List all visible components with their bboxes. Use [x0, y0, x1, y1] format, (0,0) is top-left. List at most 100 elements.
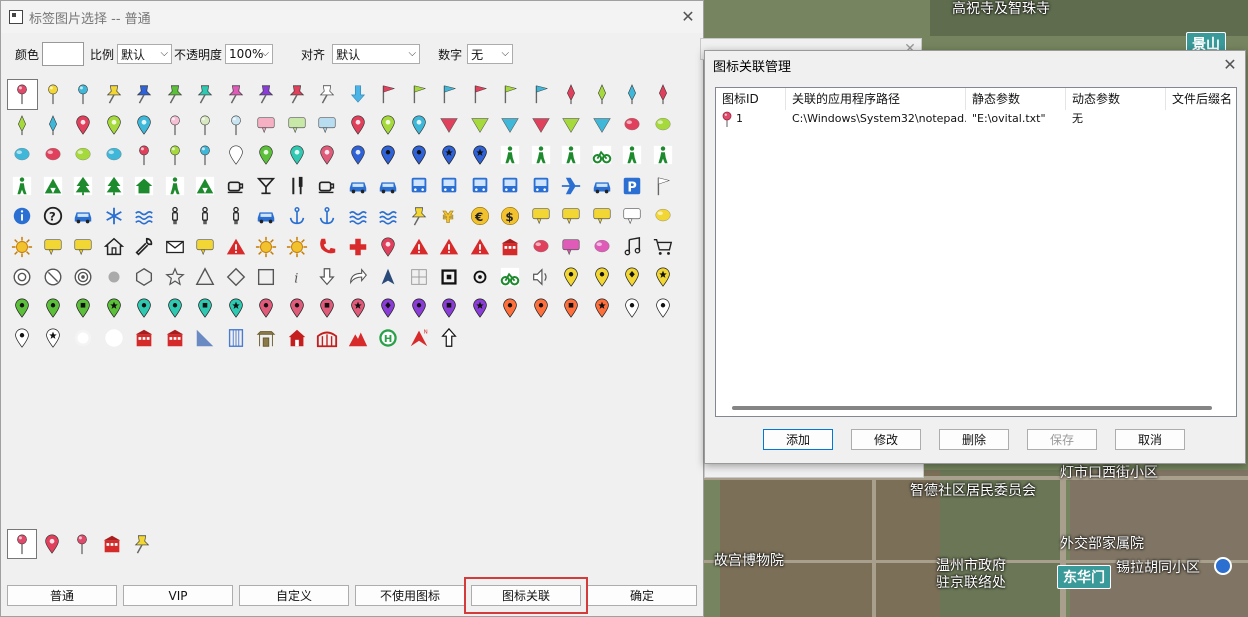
- symbol-icon[interactable]: [251, 201, 282, 232]
- symbol-icon[interactable]: [7, 140, 38, 171]
- link-list[interactable]: 图标ID 关联的应用程序路径 静态参数 动态参数 文件后缀名 1 C:\Wind…: [715, 87, 1237, 417]
- symbol-icon[interactable]: [251, 140, 282, 171]
- symbol-icon[interactable]: [526, 110, 557, 141]
- symbol-icon[interactable]: [495, 262, 526, 293]
- symbol-icon[interactable]: [282, 79, 313, 110]
- symbol-icon[interactable]: [190, 232, 221, 263]
- symbol-icon[interactable]: [282, 110, 313, 141]
- symbol-icon[interactable]: [343, 232, 374, 263]
- symbol-icon[interactable]: [68, 201, 99, 232]
- symbol-icon[interactable]: [343, 201, 374, 232]
- symbol-icon[interactable]: [251, 79, 282, 110]
- symbol-icon[interactable]: [404, 262, 435, 293]
- symbol-icon[interactable]: [648, 293, 679, 324]
- symbol-icon[interactable]: [282, 140, 313, 171]
- symbol-icon[interactable]: [251, 232, 282, 263]
- symbol-icon[interactable]: [282, 232, 313, 263]
- symbol-icon[interactable]: [648, 140, 679, 171]
- column-header-static[interactable]: 静态参数: [966, 88, 1066, 110]
- symbol-icon[interactable]: [129, 79, 160, 110]
- symbol-icon[interactable]: [312, 79, 343, 110]
- symbol-icon[interactable]: [160, 293, 191, 324]
- scale-select[interactable]: 默认 ⌵: [117, 44, 173, 64]
- delete-button[interactable]: 删除: [939, 429, 1009, 450]
- symbol-icon[interactable]: [221, 232, 252, 263]
- symbol-icon[interactable]: [373, 140, 404, 171]
- symbol-icon[interactable]: [617, 110, 648, 141]
- map-poi-icon[interactable]: [1214, 557, 1232, 575]
- symbol-icon[interactable]: [38, 293, 69, 324]
- ok-button[interactable]: 确定: [587, 585, 697, 606]
- symbol-icon[interactable]: [7, 232, 38, 263]
- symbol-icon[interactable]: [343, 262, 374, 293]
- symbol-icon[interactable]: [129, 201, 160, 232]
- symbol-icon[interactable]: [556, 110, 587, 141]
- symbol-icon[interactable]: [251, 110, 282, 141]
- symbol-icon[interactable]: [221, 110, 252, 141]
- symbol-icon[interactable]: [556, 140, 587, 171]
- symbol-icon[interactable]: [7, 79, 38, 110]
- map-poi-badge[interactable]: 东华门: [1057, 565, 1111, 589]
- symbol-icon[interactable]: [648, 262, 679, 293]
- symbol-icon[interactable]: [38, 110, 69, 141]
- symbol-icon[interactable]: [160, 262, 191, 293]
- symbol-icon[interactable]: [617, 140, 648, 171]
- symbol-icon[interactable]: [312, 171, 343, 202]
- symbol-icon[interactable]: [68, 323, 99, 354]
- symbol-icon[interactable]: [617, 79, 648, 110]
- symbol-icon[interactable]: [38, 262, 69, 293]
- align-select[interactable]: 默认 ⌵: [332, 44, 421, 64]
- symbol-icon[interactable]: [648, 232, 679, 263]
- symbol-icon[interactable]: [282, 171, 313, 202]
- symbol-icon[interactable]: [373, 171, 404, 202]
- symbol-icon[interactable]: [38, 79, 69, 110]
- symbol-icon[interactable]: [556, 262, 587, 293]
- symbol-icon[interactable]: [251, 262, 282, 293]
- symbol-icon[interactable]: [587, 262, 618, 293]
- symbol-icon[interactable]: ¥: [434, 201, 465, 232]
- symbol-icon[interactable]: [99, 232, 130, 263]
- symbol-icon[interactable]: [556, 201, 587, 232]
- symbol-icon[interactable]: [129, 110, 160, 141]
- symbol-icon[interactable]: [68, 79, 99, 110]
- symbol-icon[interactable]: [221, 323, 252, 354]
- symbol-icon[interactable]: [68, 171, 99, 202]
- close-icon[interactable]: ✕: [1219, 55, 1241, 75]
- symbol-icon[interactable]: [343, 110, 374, 141]
- symbol-icon[interactable]: [465, 293, 496, 324]
- symbol-icon[interactable]: [160, 201, 191, 232]
- symbol-icon[interactable]: [648, 79, 679, 110]
- symbol-icon[interactable]: [7, 323, 38, 354]
- recent-symbol-icon[interactable]: [37, 529, 67, 559]
- symbol-icon[interactable]: [221, 201, 252, 232]
- symbol-icon[interactable]: [587, 79, 618, 110]
- symbol-icon[interactable]: [373, 262, 404, 293]
- symbol-icon[interactable]: [129, 140, 160, 171]
- symbol-icon[interactable]: [99, 262, 130, 293]
- symbol-icon[interactable]: [99, 140, 130, 171]
- symbol-icon[interactable]: [160, 140, 191, 171]
- symbol-icon[interactable]: [221, 79, 252, 110]
- symbol-icon[interactable]: P: [617, 171, 648, 202]
- symbol-icon[interactable]: [373, 293, 404, 324]
- symbol-icon[interactable]: [434, 171, 465, 202]
- symbol-icon[interactable]: N: [404, 323, 435, 354]
- symbol-icon[interactable]: [343, 171, 374, 202]
- symbol-icon[interactable]: [129, 323, 160, 354]
- symbol-icon[interactable]: [495, 171, 526, 202]
- symbol-icon[interactable]: [38, 323, 69, 354]
- symbol-icon[interactable]: [221, 140, 252, 171]
- symbol-icon[interactable]: [68, 293, 99, 324]
- column-header-dynamic[interactable]: 动态参数: [1066, 88, 1166, 110]
- symbol-icon[interactable]: [129, 171, 160, 202]
- symbol-icon[interactable]: [129, 262, 160, 293]
- symbol-icon[interactable]: [465, 171, 496, 202]
- symbol-icon[interactable]: [343, 79, 374, 110]
- symbol-icon[interactable]: [7, 171, 38, 202]
- symbol-icon[interactable]: [190, 171, 221, 202]
- recent-symbol-icon[interactable]: [7, 529, 37, 559]
- opacity-select[interactable]: 100% ⌵: [225, 44, 274, 64]
- symbol-icon[interactable]: [617, 293, 648, 324]
- titlebar[interactable]: 图标关联管理: [705, 51, 1245, 79]
- table-row[interactable]: 1 C:\Windows\System32\notepad.exe "E:\ov…: [716, 110, 1236, 128]
